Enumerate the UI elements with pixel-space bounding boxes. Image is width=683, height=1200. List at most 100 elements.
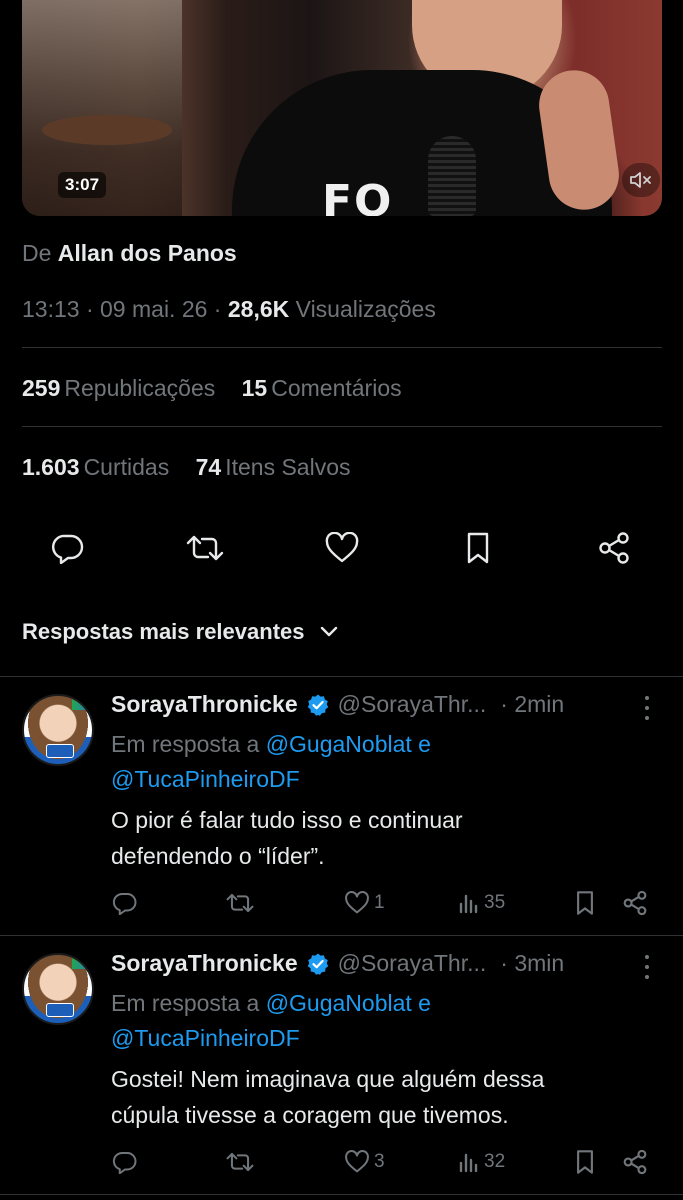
- reply-text: Gostei! Nem imaginava que alguém dessa c…: [111, 1061, 631, 1133]
- mention-link[interactable]: @GugaNoblat e: [266, 731, 431, 757]
- avatar-flag: [72, 955, 92, 969]
- reply-actions: 3 32: [0, 1147, 683, 1177]
- reply-button[interactable]: [112, 888, 138, 918]
- share-icon: [623, 1149, 647, 1175]
- replies-sort-dropdown[interactable]: Respostas mais relevantes: [22, 619, 339, 645]
- divider: [0, 935, 683, 936]
- in-reply-to: Em resposta a @GugaNoblat e @TucaPinheir…: [111, 986, 431, 1056]
- divider: [22, 426, 662, 427]
- in-reply-prefix: Em resposta a: [111, 731, 260, 757]
- video-player[interactable]: FO 3:07: [22, 0, 662, 216]
- comments-stat[interactable]: 15 Comentários: [242, 375, 402, 401]
- more-options-icon[interactable]: [640, 696, 654, 720]
- avatar[interactable]: [22, 694, 94, 766]
- stats-row-reposts: 259 Republicações 15 Comentários: [22, 375, 402, 402]
- tweet-meta: 13:13 · 09 mai. 26 · 28,6K Visualizações: [22, 296, 436, 323]
- reply-text-line: cúpula tivesse a coragem que tivemos.: [111, 1102, 509, 1128]
- video-microphone: [428, 136, 476, 216]
- verified-badge-icon: [306, 693, 330, 717]
- mention-link[interactable]: @TucaPinheiroDF: [111, 1025, 300, 1051]
- repost-button[interactable]: [226, 888, 254, 918]
- like-count: 3: [374, 1151, 385, 1172]
- avatar-badge: [46, 1003, 74, 1017]
- reply-text-line: O pior é falar tudo isso e continuar: [111, 807, 463, 833]
- like-button[interactable]: 3: [344, 1147, 385, 1177]
- divider: [22, 347, 662, 348]
- from-author-link[interactable]: Allan dos Panos: [58, 240, 237, 266]
- share-button[interactable]: [622, 888, 648, 918]
- from-prefix: De: [22, 240, 52, 266]
- repost-icon: [186, 535, 224, 561]
- video-source: De Allan dos Panos: [22, 240, 237, 267]
- reply-text-line: defendendo o “líder”.: [111, 843, 325, 869]
- repost-button[interactable]: [185, 528, 225, 568]
- likes-stat[interactable]: 1.603 Curtidas: [22, 454, 169, 480]
- analytics-icon: [459, 1153, 478, 1173]
- avatar-flag: [72, 696, 92, 710]
- views-button[interactable]: 32: [458, 1147, 505, 1177]
- mute-button[interactable]: [622, 163, 660, 197]
- bookmark-icon: [467, 532, 489, 564]
- bookmark-button[interactable]: [458, 528, 498, 568]
- in-reply-prefix: Em resposta a: [111, 990, 260, 1016]
- like-icon: [325, 532, 359, 563]
- reply-author-handle[interactable]: @SorayaThr...: [338, 691, 487, 718]
- views-button[interactable]: 35: [458, 888, 505, 918]
- reposts-count: 259: [22, 375, 61, 401]
- likes-label: Curtidas: [83, 454, 170, 480]
- analytics-icon: [459, 894, 478, 914]
- mention-link[interactable]: @GugaNoblat e: [266, 990, 431, 1016]
- tweet-time[interactable]: 13:13: [22, 296, 80, 322]
- mention-link[interactable]: @TucaPinheiroDF: [111, 766, 300, 792]
- like-button[interactable]: [322, 528, 362, 568]
- repost-icon: [226, 893, 254, 913]
- reply-button[interactable]: [48, 528, 88, 568]
- like-button[interactable]: 1: [344, 888, 385, 918]
- avatar[interactable]: [22, 953, 94, 1025]
- reply-icon: [52, 534, 84, 564]
- chevron-down-icon: [320, 626, 337, 637]
- like-count: 1: [374, 892, 385, 913]
- comments-count: 15: [241, 375, 268, 401]
- meta-separator: ·: [207, 296, 228, 322]
- reply-text-line: Gostei! Nem imaginava que alguém dessa: [111, 1066, 545, 1092]
- reply-header: SorayaThronicke @SorayaThr... · 2min: [111, 691, 564, 718]
- share-button[interactable]: [594, 528, 634, 568]
- bookmark-icon: [577, 891, 593, 915]
- reply-time[interactable]: · 3min: [500, 950, 564, 977]
- video-table: [42, 115, 172, 145]
- reply-header: SorayaThronicke @SorayaThr... · 3min: [111, 950, 564, 977]
- saves-count: 74: [195, 454, 222, 480]
- tweet-date[interactable]: 09 mai. 26: [100, 296, 207, 322]
- reply-time[interactable]: · 2min: [500, 691, 564, 718]
- more-options-icon[interactable]: [640, 955, 654, 979]
- share-icon: [599, 532, 629, 564]
- views-count: 35: [484, 892, 506, 913]
- bookmark-button[interactable]: [574, 1147, 596, 1177]
- verified-badge-icon: [306, 952, 330, 976]
- reply-author-name[interactable]: SorayaThronicke: [111, 950, 298, 977]
- sort-label: Respostas mais relevantes: [22, 619, 305, 644]
- stats-row-likes: 1.603 Curtidas 74 Itens Salvos: [22, 454, 351, 481]
- saves-stat[interactable]: 74 Itens Salvos: [196, 454, 351, 480]
- reply-icon: [112, 893, 137, 915]
- avatar-badge: [46, 744, 74, 758]
- bookmark-icon: [577, 1150, 593, 1174]
- reply-author-handle[interactable]: @SorayaThr...: [338, 950, 487, 977]
- reposts-stat[interactable]: 259 Republicações: [22, 375, 215, 401]
- reply-author-name[interactable]: SorayaThronicke: [111, 691, 298, 718]
- repost-button[interactable]: [226, 1147, 254, 1177]
- repost-icon: [226, 1152, 254, 1172]
- share-button[interactable]: [622, 1147, 648, 1177]
- saves-label: Itens Salvos: [225, 454, 351, 480]
- reply-button[interactable]: [112, 1147, 138, 1177]
- views-count: 28,6K: [227, 296, 290, 322]
- reply-text: O pior é falar tudo isso e continuar def…: [111, 802, 631, 874]
- views-label: Visualizações: [295, 296, 436, 322]
- bookmark-button[interactable]: [574, 888, 596, 918]
- divider: [0, 1194, 683, 1195]
- tweet-actions: [0, 528, 683, 568]
- views-count: 32: [484, 1151, 506, 1172]
- video-shirt-text: FO: [322, 176, 394, 216]
- like-icon: [345, 1150, 369, 1173]
